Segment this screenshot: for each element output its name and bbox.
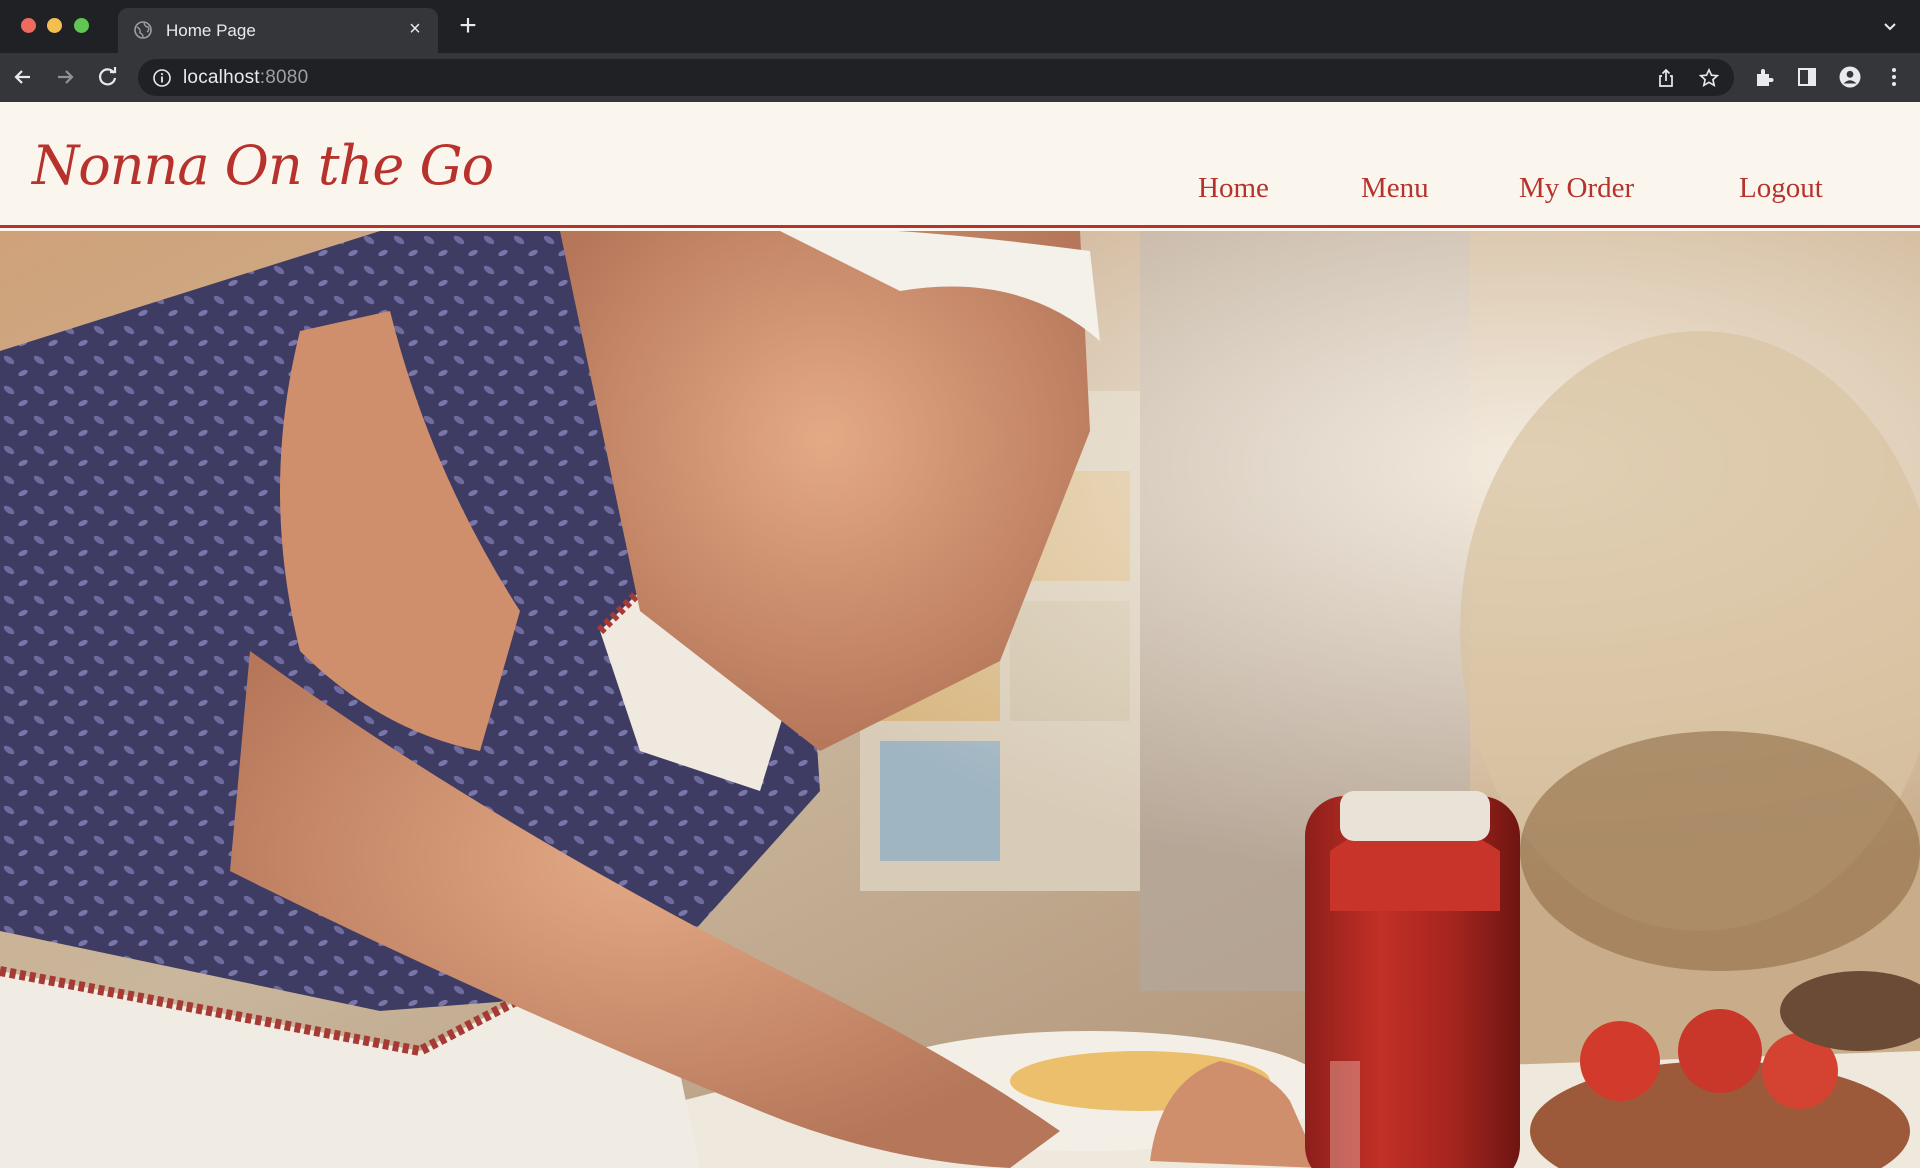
brand-logo[interactable]: Nonna On the Go xyxy=(32,134,494,197)
chevron-down-icon[interactable] xyxy=(1880,17,1900,37)
url-text: localhost:8080 xyxy=(183,67,309,88)
nav-link-home[interactable]: Home xyxy=(1198,172,1269,205)
side-panel-icon[interactable] xyxy=(1796,66,1818,88)
nav-link-menu[interactable]: Menu xyxy=(1361,172,1429,205)
browser-tab-bar: Home Page × + xyxy=(0,0,1920,53)
page-content: Nonna On the Go Home Menu My Order Logou… xyxy=(0,102,1920,1168)
site-header: Nonna On the Go Home Menu My Order Logou… xyxy=(0,102,1920,228)
nav-link-my-order[interactable]: My Order xyxy=(1519,172,1634,205)
reload-icon[interactable] xyxy=(95,64,121,90)
nav-link-logout[interactable]: Logout xyxy=(1739,172,1823,205)
profile-icon[interactable] xyxy=(1839,66,1861,88)
close-icon[interactable]: × xyxy=(404,18,426,40)
kebab-menu-icon[interactable] xyxy=(1883,66,1905,88)
browser-toolbar: localhost:8080 xyxy=(0,53,1920,102)
extensions-icon[interactable] xyxy=(1753,66,1775,88)
hero-image xyxy=(0,231,1920,1168)
tab-title: Home Page xyxy=(166,21,256,40)
info-icon[interactable] xyxy=(152,68,172,88)
globe-icon xyxy=(134,21,152,39)
share-icon[interactable] xyxy=(1656,68,1676,88)
forward-arrow-icon[interactable] xyxy=(52,64,78,90)
address-bar[interactable]: localhost:8080 xyxy=(138,59,1734,96)
browser-tab[interactable]: Home Page × xyxy=(118,8,438,53)
maximize-window-button[interactable] xyxy=(74,18,89,33)
minimize-window-button[interactable] xyxy=(47,18,62,33)
star-icon[interactable] xyxy=(1698,67,1720,88)
close-window-button[interactable] xyxy=(21,18,36,33)
plus-icon[interactable]: + xyxy=(455,11,481,41)
back-arrow-icon[interactable] xyxy=(10,64,36,90)
